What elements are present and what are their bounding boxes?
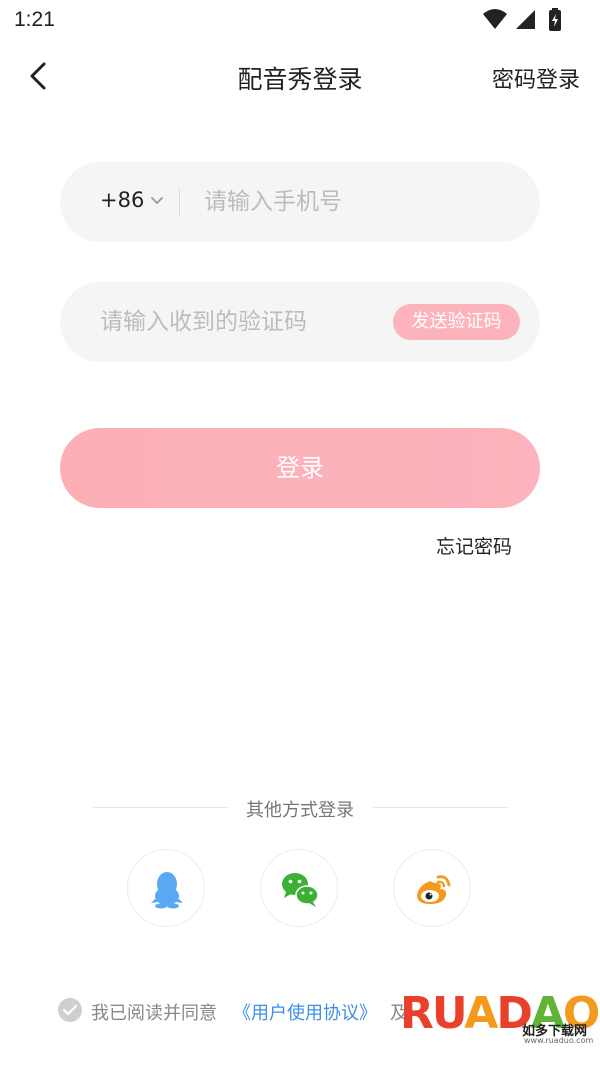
other-login-divider: 其他方式登录 — [0, 796, 600, 822]
chevron-down-icon[interactable] — [149, 193, 165, 209]
user-agreement-link[interactable]: 《用户使用协议》 — [233, 999, 377, 1025]
weibo-icon — [417, 875, 451, 904]
phone-input[interactable] — [204, 182, 514, 222]
check-icon — [63, 1004, 77, 1016]
status-time: 1:21 — [14, 8, 55, 31]
status-bar: 1:21 — [0, 0, 600, 40]
agreement-row: 我已阅读并同意 《用户使用协议》 及 — [58, 998, 408, 1025]
wechat-login-button[interactable] — [260, 849, 338, 927]
country-code-selector[interactable]: +86 — [100, 188, 144, 212]
watermark-logo: RUADAO 如多下载网 www.ruaduo.com — [400, 988, 600, 1054]
watermark-url: www.ruaduo.com — [524, 1036, 594, 1045]
divider-line — [373, 807, 508, 808]
qq-icon — [151, 872, 183, 909]
phone-field: +86 — [60, 162, 540, 242]
verification-code-field: 发送验证码 — [60, 282, 540, 362]
wifi-icon — [483, 9, 507, 29]
send-code-button[interactable]: 发送验证码 — [393, 304, 520, 340]
field-divider — [179, 188, 180, 216]
forgot-password-link[interactable]: 忘记密码 — [436, 532, 512, 559]
agreement-checkbox[interactable] — [58, 998, 82, 1022]
password-login-link[interactable]: 密码登录 — [492, 62, 580, 94]
cellular-signal-icon — [516, 10, 535, 29]
qq-login-button[interactable] — [127, 849, 205, 927]
agreement-text: 我已阅读并同意 — [91, 1003, 217, 1024]
nav-bar: 配音秀登录 密码登录 — [0, 48, 600, 106]
other-login-label: 其他方式登录 — [246, 800, 354, 821]
battery-icon — [549, 8, 561, 31]
weibo-login-button[interactable] — [393, 849, 471, 927]
login-button[interactable]: 登录 — [60, 428, 540, 508]
wechat-icon — [282, 873, 319, 907]
verification-code-input[interactable] — [100, 302, 390, 342]
